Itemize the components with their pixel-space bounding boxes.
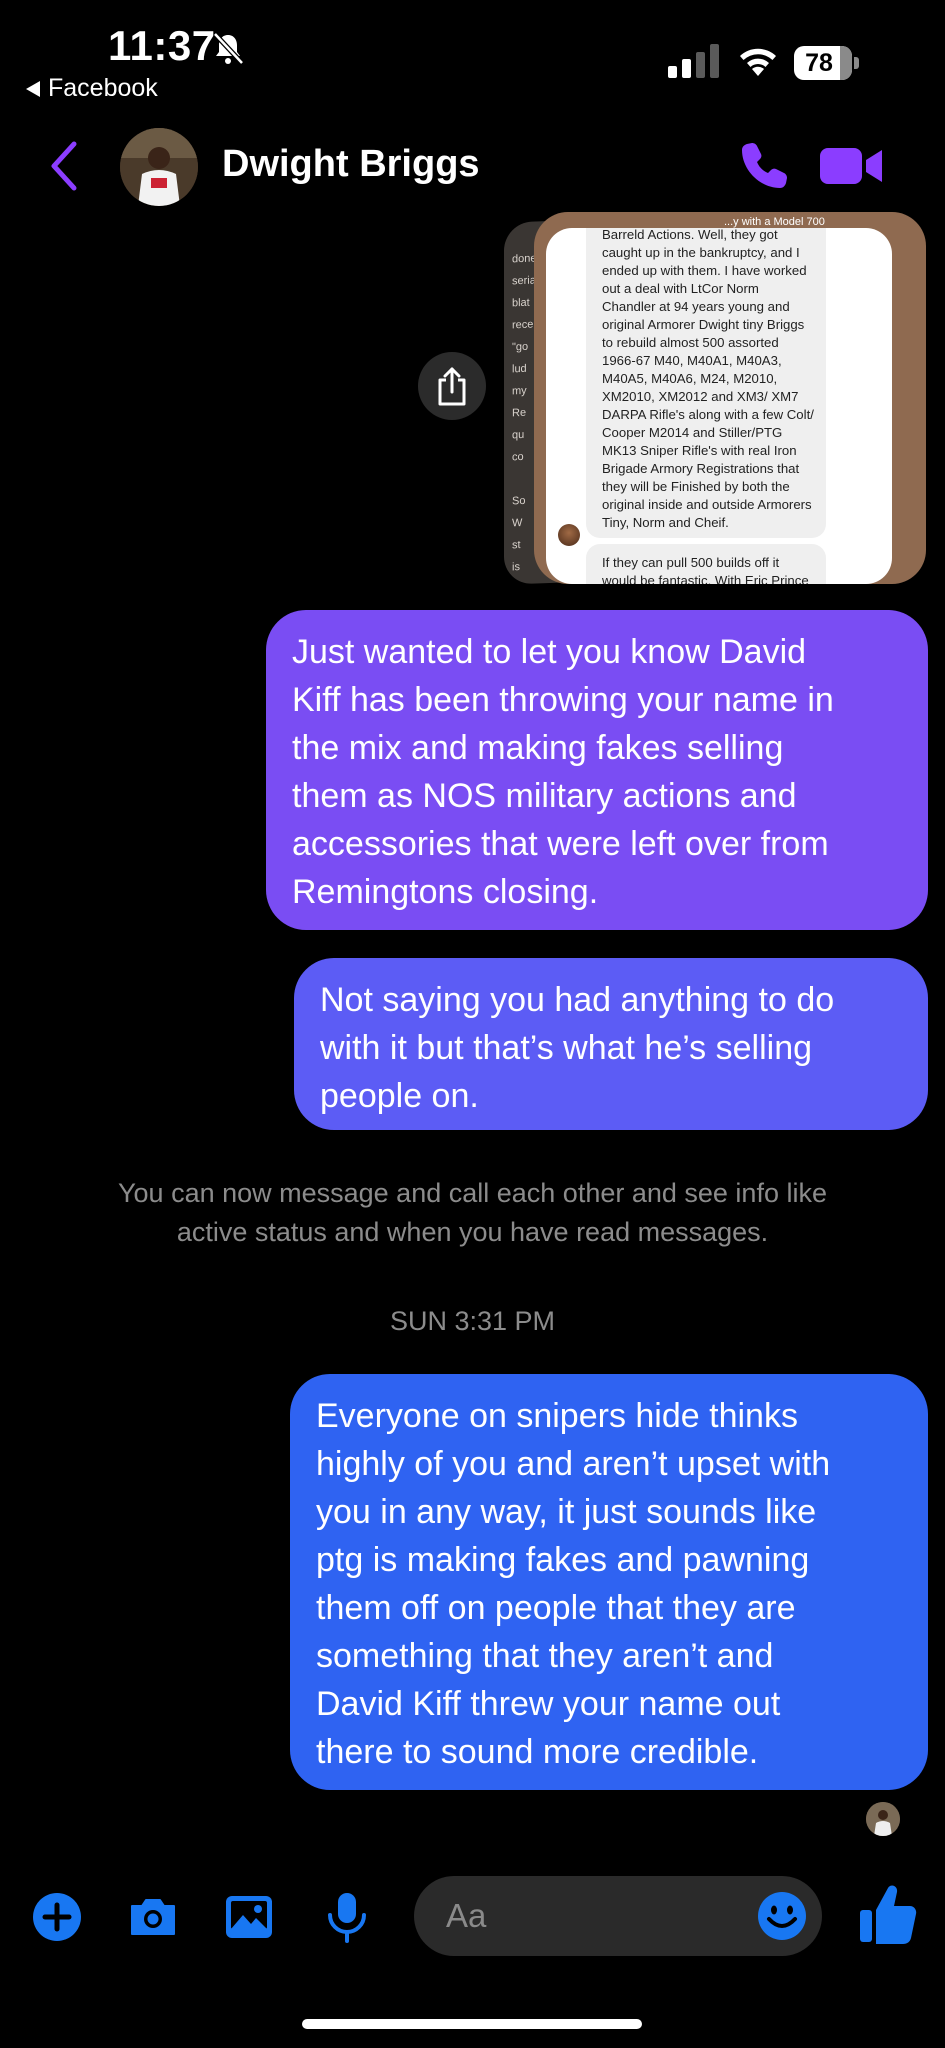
contact-avatar[interactable] <box>120 128 198 206</box>
shared-image-stack[interactable]: done t seria blat rece "go lud my Re qu … <box>504 212 926 585</box>
read-receipt-avatar <box>866 1802 900 1836</box>
back-app-label: Facebook <box>48 74 158 102</box>
shared-image-top-line: ...y with a Model 700 <box>724 216 825 228</box>
microphone-icon[interactable] <box>320 1890 374 1944</box>
message-bubble[interactable]: Not saying you had anything to do with i… <box>294 958 928 1130</box>
plus-circle-icon[interactable] <box>30 1890 84 1944</box>
message-text: Not saying you had anything to do with i… <box>320 981 835 1115</box>
wifi-icon <box>740 48 776 76</box>
thumbs-up-icon[interactable] <box>858 1882 918 1946</box>
phone-icon[interactable] <box>740 140 790 190</box>
message-bubble[interactable]: Just wanted to let you know David Kiff h… <box>266 610 928 930</box>
message-input[interactable] <box>446 1890 746 1942</box>
message-text: Everyone on snipers hide thinks highly o… <box>316 1397 831 1771</box>
photo-icon[interactable] <box>222 1890 276 1944</box>
battery-percent: 78 <box>805 49 833 77</box>
shared-image-bubble: Barreld Actions. Well, they got caught u… <box>586 228 826 538</box>
message-bubble[interactable]: Everyone on snipers hide thinks highly o… <box>290 1374 928 1790</box>
shared-image-bubble-2: If they can pull 500 builds off it would… <box>586 544 826 584</box>
cellular-signal-icon <box>668 44 719 78</box>
camera-icon[interactable] <box>126 1890 180 1944</box>
message-timestamp: SUN 3:31 PM <box>389 1306 556 1336</box>
shared-image-avatar <box>558 524 580 546</box>
home-indicator[interactable] <box>302 2019 642 2029</box>
message-composer[interactable] <box>414 1876 822 1956</box>
contact-name[interactable]: Dwight Briggs <box>222 143 480 186</box>
emoji-icon[interactable] <box>756 1890 808 1942</box>
share-icon <box>438 367 466 406</box>
status-time: 11:37 <box>108 22 216 69</box>
bell-slash-icon <box>213 32 244 65</box>
shared-image[interactable]: ...y with a Model 700 Barreld Actions. W… <box>534 212 926 584</box>
chevron-left-icon[interactable] <box>46 140 82 192</box>
back-to-facebook-link[interactable]: Facebook <box>26 74 158 103</box>
video-camera-icon[interactable] <box>820 146 884 186</box>
system-note: You can now message and call each other … <box>118 1178 827 1247</box>
battery-icon: 78 <box>794 46 860 80</box>
share-button[interactable] <box>418 352 486 420</box>
message-text: Just wanted to let you know David Kiff h… <box>292 633 834 911</box>
shared-image-card: Barreld Actions. Well, they got caught u… <box>546 228 892 584</box>
back-triangle-icon <box>26 80 40 97</box>
